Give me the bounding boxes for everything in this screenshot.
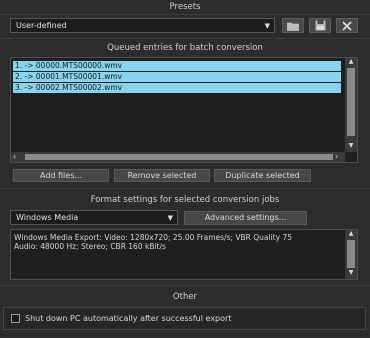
format-title: Format settings for selected conversion … (90, 195, 280, 205)
delete-preset-button[interactable] (336, 18, 358, 33)
scroll-right-icon[interactable]: › (335, 152, 345, 162)
divider (0, 285, 370, 286)
scroll-left-icon[interactable]: ‹ (13, 152, 23, 162)
preset-dropdown[interactable]: User-defined ▼ (10, 18, 275, 33)
list-item[interactable]: 1. -> 00000.MTS00000.wmv (13, 61, 341, 71)
queue-title: Queued entries for batch conversion (107, 43, 263, 53)
scroll-thumb[interactable] (347, 240, 355, 268)
scroll-down-icon[interactable]: ▼ (345, 142, 357, 152)
folder-icon (287, 22, 299, 31)
scroll-down-icon[interactable]: ▼ (345, 269, 357, 279)
presets-title: Presets (169, 2, 201, 12)
format-description: Windows Media Export: Video: 1280x720; 2… (10, 229, 358, 280)
divider (0, 188, 370, 189)
vertical-scrollbar[interactable]: ▲ ▼ (345, 58, 357, 152)
list-item[interactable]: 3. -> 00002.MTS00002.wmv (13, 83, 341, 93)
other-title: Other (172, 292, 198, 302)
advanced-settings-button[interactable]: Advanced settings... (184, 211, 307, 225)
chevron-down-icon: ▼ (167, 214, 173, 222)
vertical-scrollbar[interactable]: ▲ ▼ (345, 230, 357, 279)
format-description-line: Audio: 48000 Hz; Stereo; CBR 160 kBit/s (14, 242, 166, 251)
list-item[interactable]: 2. -> 00001.MTS00001.wmv (13, 72, 341, 82)
add-files-button[interactable]: Add files... (13, 169, 109, 182)
horizontal-scrollbar[interactable]: ‹ › (11, 152, 345, 162)
open-preset-button[interactable] (282, 18, 304, 33)
save-icon (315, 20, 325, 31)
scroll-thumb[interactable] (347, 68, 355, 136)
queue-list[interactable]: 1. -> 00000.MTS00000.wmv 2. -> 00001.MTS… (10, 57, 358, 163)
save-preset-button[interactable] (309, 18, 331, 33)
remove-selected-button[interactable]: Remove selected (114, 169, 210, 182)
divider (0, 38, 370, 39)
shutdown-option[interactable]: Shut down PC automatically after success… (3, 307, 366, 330)
divider (0, 14, 370, 15)
format-dropdown[interactable]: Windows Media ▼ (10, 210, 178, 225)
shutdown-checkbox[interactable] (11, 314, 20, 323)
format-description-line: Windows Media Export: Video: 1280x720; 2… (14, 233, 292, 242)
close-icon (342, 20, 352, 31)
preset-dropdown-value: User-defined (16, 21, 67, 30)
scroll-up-icon[interactable]: ▲ (345, 230, 357, 240)
format-dropdown-value: Windows Media (16, 213, 79, 222)
chevron-down-icon: ▼ (264, 22, 270, 30)
scroll-up-icon[interactable]: ▲ (345, 58, 357, 68)
scroll-thumb[interactable] (25, 154, 333, 160)
duplicate-selected-button[interactable]: Duplicate selected (214, 169, 311, 182)
shutdown-label: Shut down PC automatically after success… (25, 314, 232, 323)
